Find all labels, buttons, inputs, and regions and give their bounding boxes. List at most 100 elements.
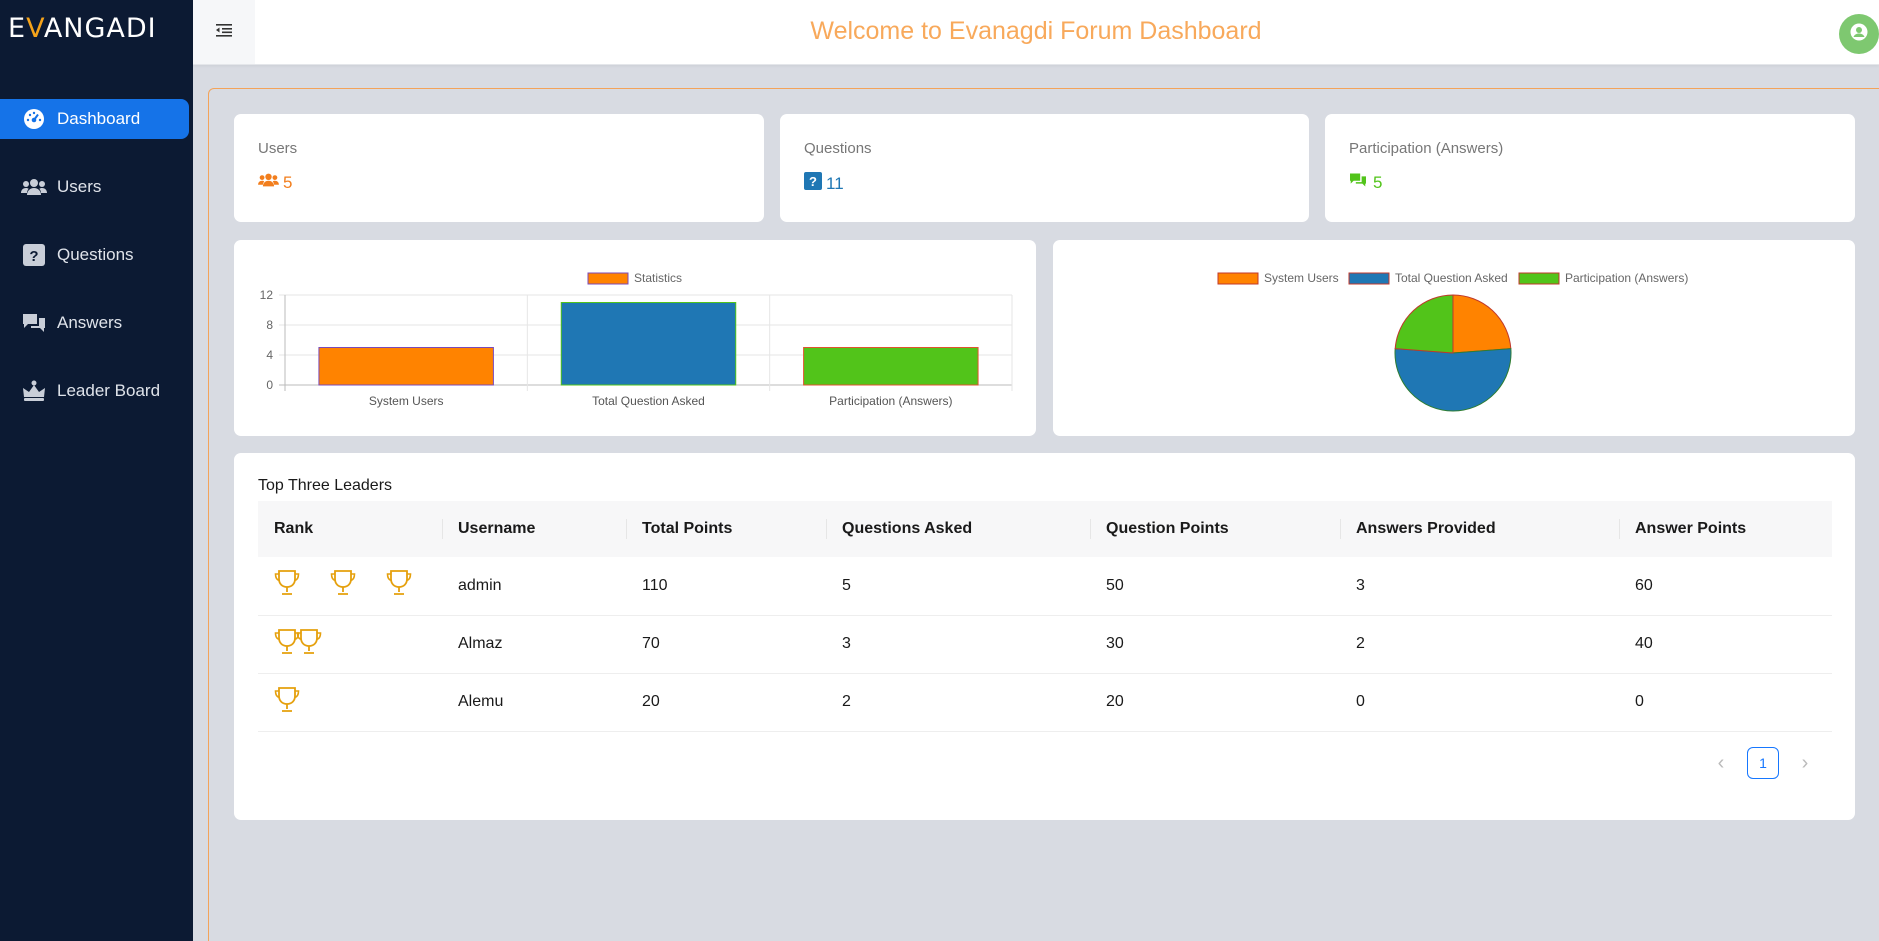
cell-apoints: 60: [1635, 576, 1653, 594]
legend-swatch: [1217, 272, 1259, 285]
y-tick-label: 12: [260, 288, 274, 302]
bar-chart-card: Statistics 0 4 8 12 System Users Total Questio…: [234, 240, 1036, 436]
user-avatar[interactable]: [1839, 14, 1879, 54]
cell-total: 110: [642, 576, 668, 594]
bar-chart: Statistics 0 4 8 12 System Users Total Questio…: [260, 271, 1013, 408]
cell-qasked: 3: [842, 635, 851, 652]
legend-label: Statistics: [634, 271, 682, 285]
x-tick-label: System Users: [369, 394, 444, 408]
legend-swatch: [587, 272, 629, 285]
chart-legend: System Users Total Question Asked Particip…: [1217, 271, 1688, 285]
cell-aprovided: 3: [1356, 576, 1365, 594]
cell-username: Almaz: [458, 635, 503, 652]
trophy-icon: [330, 569, 356, 602]
table-header-row: Rank Username Total Points Questions Ask…: [258, 501, 1832, 557]
cell-qasked: 5: [842, 576, 851, 594]
prev-page-icon[interactable]: ‹: [1709, 752, 1733, 775]
legend-swatch: [1518, 272, 1560, 285]
legend-label: Total Question Asked: [1395, 271, 1508, 285]
y-tick-label: 0: [266, 378, 273, 392]
cell-username: admin: [458, 576, 502, 594]
table-row: admin 110 5 50 3 60: [258, 557, 1832, 615]
trophy-icon: [274, 686, 300, 719]
evangadi-logo[interactable]: EVANGADI: [8, 12, 157, 44]
cell-aprovided: 2: [1356, 635, 1365, 652]
sidebar: EVANGADI Dashboard Users ? Questions Ans…: [0, 0, 193, 941]
col-username: Username: [442, 501, 626, 557]
col-rank: Rank: [274, 520, 314, 537]
stat-title: Questions: [804, 140, 872, 157]
sidebar-item-label: Questions: [57, 245, 134, 264]
stat-title: Participation (Answers): [1349, 140, 1504, 157]
logo-rest: ANGADI: [43, 12, 157, 44]
bar[interactable]: [318, 347, 494, 386]
pie-slice[interactable]: [1394, 348, 1512, 412]
logo-v: V: [26, 12, 44, 44]
bar[interactable]: [560, 302, 737, 386]
users-icon: [258, 172, 279, 193]
cell-qpoints: 30: [1106, 635, 1124, 652]
col-question-points: Question Points: [1090, 501, 1340, 557]
top-leaders-card: Top Three Leaders Rank Username Total Po…: [234, 453, 1855, 820]
col-total-points: Total Points: [626, 501, 826, 557]
chart-legend: Statistics: [587, 271, 682, 285]
legend-swatch: [1348, 272, 1390, 285]
cell-total: 20: [642, 693, 660, 710]
next-page-icon[interactable]: ›: [1793, 752, 1817, 775]
rank-cell: [258, 557, 442, 615]
x-tick-label: Total Question Asked: [592, 394, 705, 408]
cell-aprovided: 0: [1356, 693, 1365, 710]
stat-value-row: 5: [1349, 172, 1382, 193]
sidebar-item-leader-board[interactable]: Leader Board: [0, 371, 193, 411]
pie-chart: System Users Total Question Asked Particip…: [1217, 271, 1688, 412]
x-tick-label: Participation (Answers): [829, 394, 952, 408]
col-answer-points: Answer Points: [1619, 501, 1832, 557]
pie-chart-card: System Users Total Question Asked Particip…: [1053, 240, 1855, 436]
sidebar-item-label: Dashboard: [57, 109, 141, 128]
rank-cell: [258, 673, 442, 731]
trophy-icon: [274, 569, 300, 602]
cell-qpoints: 50: [1106, 576, 1124, 594]
crown-icon: [21, 380, 47, 402]
page-title: Welcome to Evanagdi Forum Dashboard: [810, 17, 1262, 45]
top-header: Welcome to Evanagdi Forum Dashboard: [193, 0, 1879, 65]
sidebar-item-users[interactable]: Users: [0, 167, 193, 207]
answers-stat-card: Participation (Answers) 5: [1325, 114, 1855, 222]
comments-icon: [21, 312, 47, 334]
users-icon: [21, 176, 47, 198]
question-icon: ?: [804, 172, 822, 195]
cell-total: 70: [642, 635, 660, 652]
leaders-table: Rank Username Total Points Questions Ask…: [258, 501, 1832, 732]
users-count: 5: [283, 172, 293, 192]
svg-text:?: ?: [809, 174, 817, 189]
gauge-icon: [21, 108, 47, 130]
svg-text:?: ?: [29, 248, 38, 265]
stat-title: Users: [258, 140, 298, 157]
sidebar-nav: Dashboard Users ? Questions Answers Lead…: [0, 99, 193, 439]
stat-value-row: 5: [258, 172, 292, 193]
cell-qasked: 2: [842, 693, 851, 710]
sidebar-item-dashboard[interactable]: Dashboard: [0, 99, 189, 139]
table-row: Alemu 20 2 20 0 0: [258, 673, 1832, 731]
y-tick-label: 4: [266, 348, 273, 362]
pie-slice[interactable]: [1452, 294, 1512, 354]
stat-value-row: ? 11: [804, 172, 844, 195]
bar[interactable]: [803, 347, 979, 386]
sidebar-item-answers[interactable]: Answers: [0, 303, 193, 343]
legend-label: System Users: [1264, 271, 1339, 285]
logo-prefix: E: [8, 12, 27, 44]
pie-slice[interactable]: [1394, 294, 1454, 354]
answers-count: 5: [1373, 172, 1383, 192]
y-tick-label: 8: [266, 318, 273, 332]
question-icon: ?: [21, 244, 47, 266]
cell-qpoints: 20: [1106, 693, 1124, 710]
trophy-icon: [296, 628, 322, 661]
sidebar-item-questions[interactable]: ? Questions: [0, 235, 193, 275]
rank-cell: [258, 615, 442, 673]
col-answers-provided: Answers Provided: [1340, 501, 1619, 557]
user-circle-icon: [1850, 23, 1868, 46]
page-button[interactable]: 1: [1747, 747, 1779, 779]
sidebar-item-label: Answers: [57, 313, 123, 332]
cell-username: Alemu: [458, 693, 504, 710]
col-questions-asked: Questions Asked: [826, 501, 1090, 557]
